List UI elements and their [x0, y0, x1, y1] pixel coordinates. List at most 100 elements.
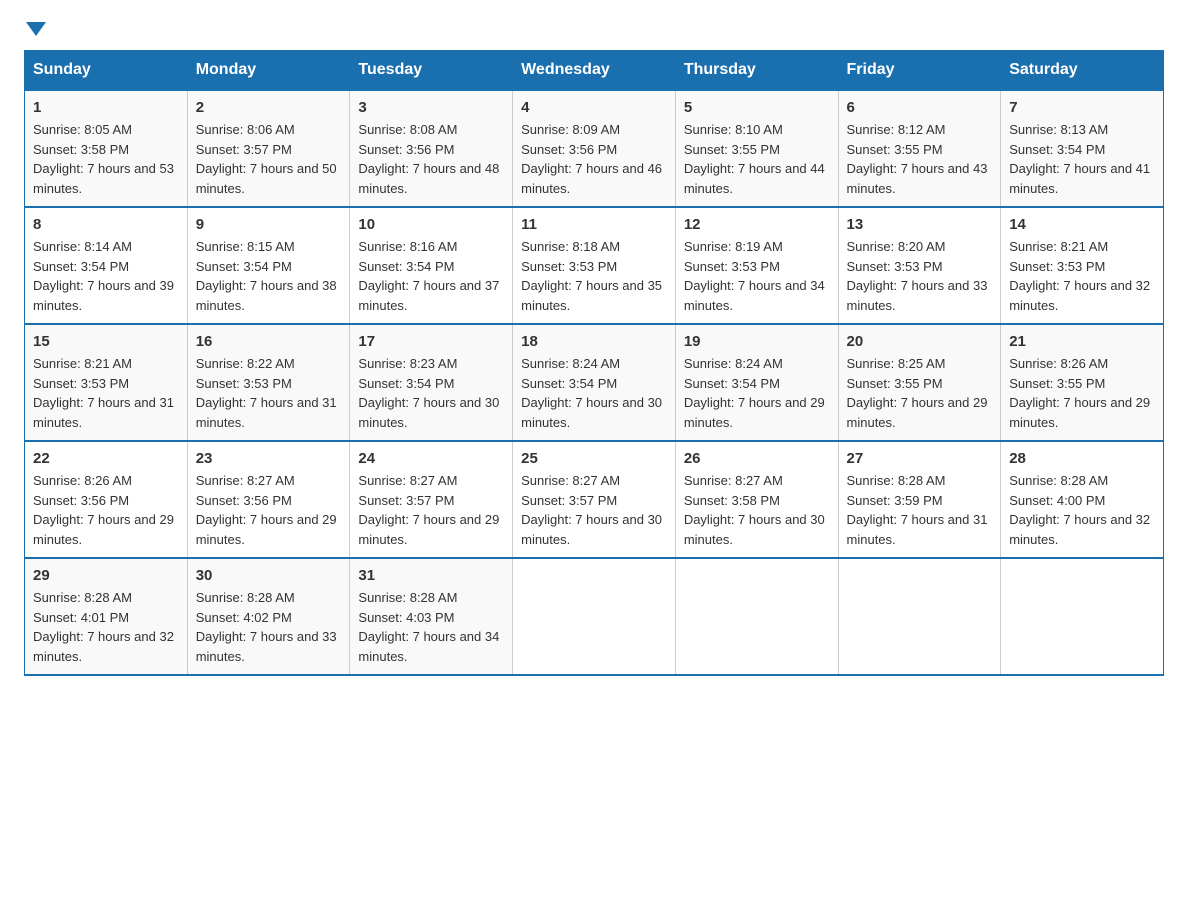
day-number: 24	[358, 450, 504, 467]
day-cell: 4 Sunrise: 8:09 AMSunset: 3:56 PMDayligh…	[513, 90, 676, 207]
week-row-5: 29 Sunrise: 8:28 AMSunset: 4:01 PMDaylig…	[25, 558, 1164, 675]
day-cell: 25 Sunrise: 8:27 AMSunset: 3:57 PMDaylig…	[513, 441, 676, 558]
day-info: Sunrise: 8:09 AMSunset: 3:56 PMDaylight:…	[521, 122, 662, 196]
day-info: Sunrise: 8:12 AMSunset: 3:55 PMDaylight:…	[847, 122, 988, 196]
day-cell: 19 Sunrise: 8:24 AMSunset: 3:54 PMDaylig…	[675, 324, 838, 441]
day-info: Sunrise: 8:28 AMSunset: 3:59 PMDaylight:…	[847, 473, 988, 547]
day-info: Sunrise: 8:28 AMSunset: 4:00 PMDaylight:…	[1009, 473, 1150, 547]
day-number: 27	[847, 450, 993, 467]
day-info: Sunrise: 8:05 AMSunset: 3:58 PMDaylight:…	[33, 122, 174, 196]
day-number: 15	[33, 333, 179, 350]
day-number: 28	[1009, 450, 1155, 467]
day-info: Sunrise: 8:25 AMSunset: 3:55 PMDaylight:…	[847, 356, 988, 430]
day-cell: 24 Sunrise: 8:27 AMSunset: 3:57 PMDaylig…	[350, 441, 513, 558]
day-cell: 31 Sunrise: 8:28 AMSunset: 4:03 PMDaylig…	[350, 558, 513, 675]
day-info: Sunrise: 8:13 AMSunset: 3:54 PMDaylight:…	[1009, 122, 1150, 196]
day-cell: 14 Sunrise: 8:21 AMSunset: 3:53 PMDaylig…	[1001, 207, 1164, 324]
weekday-header-tuesday: Tuesday	[350, 51, 513, 91]
day-number: 1	[33, 99, 179, 116]
weekday-header-thursday: Thursday	[675, 51, 838, 91]
day-number: 14	[1009, 216, 1155, 233]
day-number: 19	[684, 333, 830, 350]
day-cell: 22 Sunrise: 8:26 AMSunset: 3:56 PMDaylig…	[25, 441, 188, 558]
day-info: Sunrise: 8:28 AMSunset: 4:02 PMDaylight:…	[196, 590, 337, 664]
day-cell: 15 Sunrise: 8:21 AMSunset: 3:53 PMDaylig…	[25, 324, 188, 441]
day-cell: 8 Sunrise: 8:14 AMSunset: 3:54 PMDayligh…	[25, 207, 188, 324]
day-info: Sunrise: 8:27 AMSunset: 3:57 PMDaylight:…	[358, 473, 499, 547]
weekday-header-sunday: Sunday	[25, 51, 188, 91]
day-number: 22	[33, 450, 179, 467]
calendar-table: SundayMondayTuesdayWednesdayThursdayFrid…	[24, 50, 1164, 676]
day-cell: 20 Sunrise: 8:25 AMSunset: 3:55 PMDaylig…	[838, 324, 1001, 441]
week-row-1: 1 Sunrise: 8:05 AMSunset: 3:58 PMDayligh…	[25, 90, 1164, 207]
day-cell: 6 Sunrise: 8:12 AMSunset: 3:55 PMDayligh…	[838, 90, 1001, 207]
day-cell	[1001, 558, 1164, 675]
day-info: Sunrise: 8:24 AMSunset: 3:54 PMDaylight:…	[684, 356, 825, 430]
day-number: 13	[847, 216, 993, 233]
day-number: 10	[358, 216, 504, 233]
day-cell: 9 Sunrise: 8:15 AMSunset: 3:54 PMDayligh…	[187, 207, 350, 324]
logo-triangle-icon	[26, 22, 46, 36]
day-info: Sunrise: 8:18 AMSunset: 3:53 PMDaylight:…	[521, 239, 662, 313]
day-info: Sunrise: 8:20 AMSunset: 3:53 PMDaylight:…	[847, 239, 988, 313]
weekday-header-friday: Friday	[838, 51, 1001, 91]
calendar-body: 1 Sunrise: 8:05 AMSunset: 3:58 PMDayligh…	[25, 90, 1164, 675]
day-number: 29	[33, 567, 179, 584]
day-cell: 11 Sunrise: 8:18 AMSunset: 3:53 PMDaylig…	[513, 207, 676, 324]
day-cell: 10 Sunrise: 8:16 AMSunset: 3:54 PMDaylig…	[350, 207, 513, 324]
day-number: 12	[684, 216, 830, 233]
day-cell: 29 Sunrise: 8:28 AMSunset: 4:01 PMDaylig…	[25, 558, 188, 675]
day-cell: 2 Sunrise: 8:06 AMSunset: 3:57 PMDayligh…	[187, 90, 350, 207]
day-cell: 28 Sunrise: 8:28 AMSunset: 4:00 PMDaylig…	[1001, 441, 1164, 558]
day-number: 2	[196, 99, 342, 116]
day-info: Sunrise: 8:14 AMSunset: 3:54 PMDaylight:…	[33, 239, 174, 313]
day-number: 16	[196, 333, 342, 350]
day-number: 25	[521, 450, 667, 467]
day-cell	[675, 558, 838, 675]
day-info: Sunrise: 8:08 AMSunset: 3:56 PMDaylight:…	[358, 122, 499, 196]
week-row-2: 8 Sunrise: 8:14 AMSunset: 3:54 PMDayligh…	[25, 207, 1164, 324]
day-info: Sunrise: 8:21 AMSunset: 3:53 PMDaylight:…	[1009, 239, 1150, 313]
day-number: 17	[358, 333, 504, 350]
day-number: 5	[684, 99, 830, 116]
day-number: 26	[684, 450, 830, 467]
day-info: Sunrise: 8:19 AMSunset: 3:53 PMDaylight:…	[684, 239, 825, 313]
day-cell: 21 Sunrise: 8:26 AMSunset: 3:55 PMDaylig…	[1001, 324, 1164, 441]
day-cell: 18 Sunrise: 8:24 AMSunset: 3:54 PMDaylig…	[513, 324, 676, 441]
calendar-header: SundayMondayTuesdayWednesdayThursdayFrid…	[25, 51, 1164, 91]
day-number: 18	[521, 333, 667, 350]
day-number: 4	[521, 99, 667, 116]
day-cell: 30 Sunrise: 8:28 AMSunset: 4:02 PMDaylig…	[187, 558, 350, 675]
day-info: Sunrise: 8:06 AMSunset: 3:57 PMDaylight:…	[196, 122, 337, 196]
day-info: Sunrise: 8:15 AMSunset: 3:54 PMDaylight:…	[196, 239, 337, 313]
day-cell: 5 Sunrise: 8:10 AMSunset: 3:55 PMDayligh…	[675, 90, 838, 207]
day-info: Sunrise: 8:27 AMSunset: 3:57 PMDaylight:…	[521, 473, 662, 547]
day-info: Sunrise: 8:27 AMSunset: 3:58 PMDaylight:…	[684, 473, 825, 547]
page-header	[24, 24, 1164, 38]
day-info: Sunrise: 8:21 AMSunset: 3:53 PMDaylight:…	[33, 356, 174, 430]
logo	[24, 24, 46, 38]
day-cell: 17 Sunrise: 8:23 AMSunset: 3:54 PMDaylig…	[350, 324, 513, 441]
day-cell	[513, 558, 676, 675]
day-cell: 27 Sunrise: 8:28 AMSunset: 3:59 PMDaylig…	[838, 441, 1001, 558]
day-info: Sunrise: 8:27 AMSunset: 3:56 PMDaylight:…	[196, 473, 337, 547]
day-cell: 3 Sunrise: 8:08 AMSunset: 3:56 PMDayligh…	[350, 90, 513, 207]
day-cell: 16 Sunrise: 8:22 AMSunset: 3:53 PMDaylig…	[187, 324, 350, 441]
day-number: 20	[847, 333, 993, 350]
day-number: 7	[1009, 99, 1155, 116]
day-info: Sunrise: 8:16 AMSunset: 3:54 PMDaylight:…	[358, 239, 499, 313]
day-cell: 7 Sunrise: 8:13 AMSunset: 3:54 PMDayligh…	[1001, 90, 1164, 207]
day-number: 23	[196, 450, 342, 467]
day-info: Sunrise: 8:28 AMSunset: 4:03 PMDaylight:…	[358, 590, 499, 664]
day-info: Sunrise: 8:24 AMSunset: 3:54 PMDaylight:…	[521, 356, 662, 430]
day-number: 11	[521, 216, 667, 233]
day-number: 21	[1009, 333, 1155, 350]
weekday-header-monday: Monday	[187, 51, 350, 91]
day-number: 30	[196, 567, 342, 584]
week-row-3: 15 Sunrise: 8:21 AMSunset: 3:53 PMDaylig…	[25, 324, 1164, 441]
day-cell: 12 Sunrise: 8:19 AMSunset: 3:53 PMDaylig…	[675, 207, 838, 324]
day-cell	[838, 558, 1001, 675]
day-cell: 23 Sunrise: 8:27 AMSunset: 3:56 PMDaylig…	[187, 441, 350, 558]
day-info: Sunrise: 8:22 AMSunset: 3:53 PMDaylight:…	[196, 356, 337, 430]
weekday-header-saturday: Saturday	[1001, 51, 1164, 91]
